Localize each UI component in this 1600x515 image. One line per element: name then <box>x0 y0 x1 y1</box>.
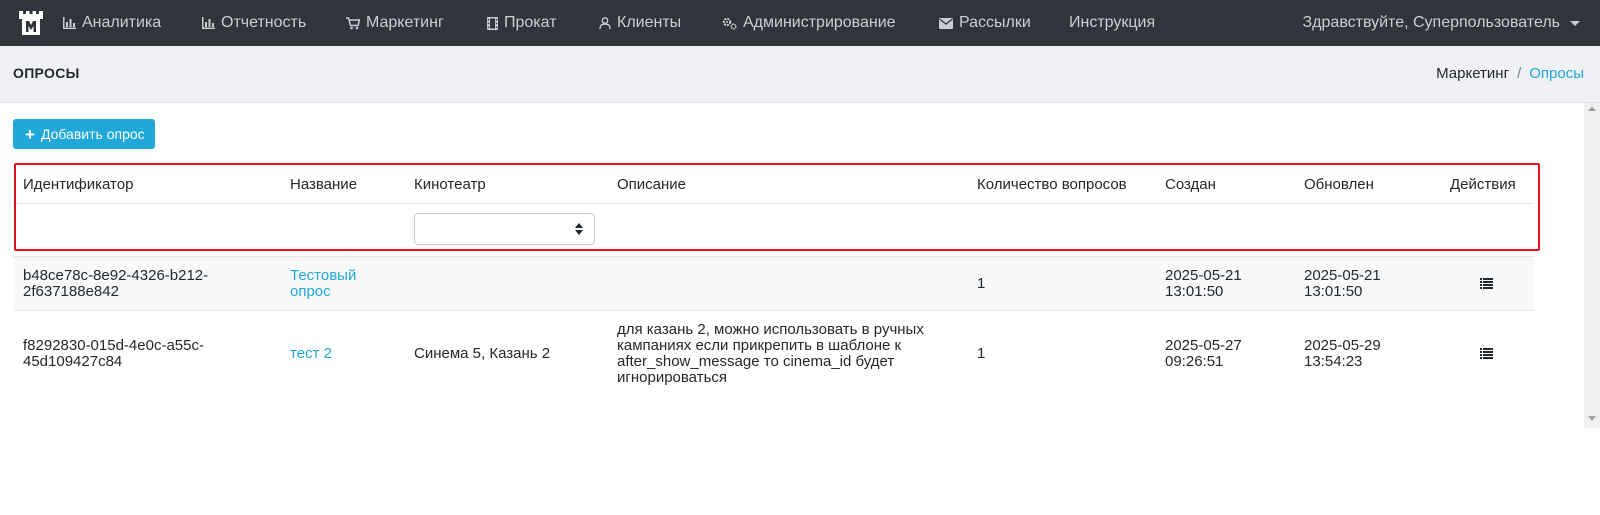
column-header-cinema[interactable]: Кинотеатр <box>414 176 486 193</box>
nav-item-analytics[interactable]: Аналитика <box>63 0 161 46</box>
breadcrumb: Маркетинг / Опросы <box>1436 65 1584 82</box>
film-icon <box>487 16 498 30</box>
nav-item-label: Прокат <box>504 14 557 31</box>
chevron-down-icon <box>1570 20 1580 26</box>
nav-item-label: Отчетность <box>221 14 307 31</box>
survey-name-link[interactable]: Тестовый опрос <box>290 268 356 300</box>
cell-updated: 2025-05-29 13:54:23 <box>1304 337 1381 370</box>
bar-chart-icon <box>202 17 215 29</box>
cell-description: для казань 2, можно использовать в ручны… <box>617 321 924 386</box>
breadcrumb-item-marketing[interactable]: Маркетинг <box>1436 65 1509 82</box>
cell-id: f8292830-015d-4e0c-a55c- 45d109427c84 <box>23 337 204 370</box>
page-title: ОПРОСЫ <box>13 65 80 81</box>
column-header-updated[interactable]: Обновлен <box>1304 176 1374 193</box>
column-header-description[interactable]: Описание <box>617 176 686 193</box>
castle-logo-icon[interactable] <box>17 7 45 37</box>
column-header-created[interactable]: Создан <box>1165 176 1216 193</box>
column-header-id[interactable]: Идентификатор <box>23 176 133 193</box>
gears-icon <box>722 17 737 30</box>
user-greeting: Здравствуйте, Суперпользователь <box>1302 14 1560 31</box>
nav-item-label: Администрирование <box>743 14 896 31</box>
nav-item-label: Клиенты <box>617 14 682 31</box>
user-menu[interactable]: Здравствуйте, Суперпользователь <box>1303 0 1580 46</box>
plus-icon: + <box>25 124 35 144</box>
bar-chart-icon <box>63 17 76 29</box>
survey-name-link[interactable]: тест 2 <box>290 346 332 362</box>
nav-item-instructions[interactable]: Инструкция <box>1069 0 1155 46</box>
add-survey-button[interactable]: + Добавить опрос <box>13 119 155 149</box>
nav-item-rental[interactable]: Прокат <box>487 0 557 46</box>
scroll-down-icon[interactable] <box>1588 416 1596 421</box>
envelope-icon <box>939 17 953 29</box>
page-header: ОПРОСЫ Маркетинг / Опросы <box>0 46 1600 103</box>
cell-questions-count: 1 <box>977 275 986 292</box>
table-row: b48ce78c-8e92-4326-b212- 2f637188e842 Те… <box>13 256 1534 310</box>
nav-item-marketing[interactable]: Маркетинг <box>346 0 444 46</box>
sort-arrows-icon <box>575 223 583 235</box>
column-header-questions-count[interactable]: Количество вопросов <box>977 176 1127 193</box>
list-icon[interactable] <box>1480 348 1493 359</box>
table-header-row: Идентификатор Название Кинотеатр Описани… <box>13 164 1534 204</box>
add-survey-button-label: Добавить опрос <box>40 126 145 142</box>
breadcrumb-item-current: Опросы <box>1529 65 1584 82</box>
column-header-actions: Действия <box>1450 176 1516 193</box>
top-navbar: Аналитика Отчетность Маркетинг Прокат Кл… <box>0 0 1600 46</box>
scroll-up-icon[interactable] <box>1588 106 1596 111</box>
nav-item-label: Аналитика <box>82 14 162 31</box>
cell-updated: 2025-05-21 13:01:50 <box>1304 267 1381 300</box>
cell-id: b48ce78c-8e92-4326-b212- 2f637188e842 <box>23 267 209 300</box>
vertical-scrollbar[interactable] <box>1584 103 1600 428</box>
breadcrumb-separator: / <box>1517 65 1522 82</box>
table-row: f8292830-015d-4e0c-a55c- 45d109427c84 те… <box>13 310 1534 394</box>
cell-cinema: Синема 5, Казань 2 <box>414 345 551 362</box>
nav-item-administration[interactable]: Администрирование <box>722 0 896 46</box>
cinema-filter-select[interactable] <box>414 213 595 245</box>
column-header-name[interactable]: Название <box>290 176 357 193</box>
nav-item-mailings[interactable]: Рассылки <box>939 0 1031 46</box>
cell-created: 2025-05-27 09:26:51 <box>1165 337 1242 370</box>
cart-icon <box>346 16 360 29</box>
table-filter-row <box>13 204 1534 250</box>
list-icon[interactable] <box>1480 278 1493 289</box>
nav-item-label: Рассылки <box>959 14 1031 31</box>
nav-item-reports[interactable]: Отчетность <box>202 0 306 46</box>
cell-questions-count: 1 <box>977 345 986 362</box>
cell-created: 2025-05-21 13:01:50 <box>1165 267 1242 300</box>
nav-item-clients[interactable]: Клиенты <box>599 0 681 46</box>
user-icon <box>599 17 611 29</box>
nav-item-label: Инструкция <box>1069 14 1156 31</box>
nav-item-label: Маркетинг <box>366 14 444 31</box>
